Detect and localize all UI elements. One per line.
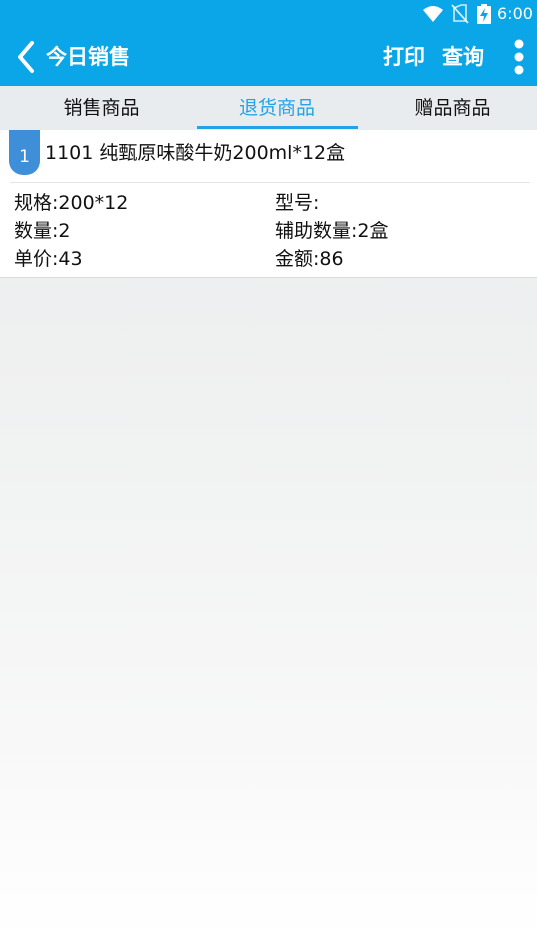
no-sim-icon <box>451 4 469 24</box>
content-area: 1 1101 纯甄原味酸牛奶200ml*12盒 规格:200*12 型号: 数量… <box>0 130 537 938</box>
item-amount: 金额:86 <box>275 248 344 270</box>
chevron-left-icon <box>18 41 34 73</box>
page-title: 今日销售 <box>46 45 130 69</box>
item-title: 1101 纯甄原味酸牛奶200ml*12盒 <box>45 142 346 164</box>
tab-bar: 销售商品 退货商品 赠品商品 <box>0 86 537 130</box>
status-bar: 6:00 <box>0 0 537 28</box>
more-vert-icon[interactable] <box>508 38 530 78</box>
item-aux-quantity: 辅助数量:2盒 <box>275 220 389 242</box>
item-unit-price: 单价:43 <box>14 248 83 270</box>
back-button[interactable] <box>12 38 42 76</box>
battery-charging-icon <box>477 4 491 24</box>
item-quantity: 数量:2 <box>14 220 71 242</box>
wifi-icon <box>423 6 443 22</box>
app-bar: 今日销售 打印 查询 <box>0 28 537 86</box>
list-item[interactable]: 1 1101 纯甄原味酸牛奶200ml*12盒 规格:200*12 型号: 数量… <box>0 130 537 278</box>
tab-indicator <box>197 126 358 129</box>
item-index-badge: 1 <box>9 130 40 175</box>
divider <box>10 182 530 183</box>
status-time: 6:00 <box>497 4 533 23</box>
tab-gift-goods[interactable]: 赠品商品 <box>363 86 537 130</box>
query-button[interactable]: 查询 <box>442 42 484 72</box>
item-spec: 规格:200*12 <box>14 192 129 214</box>
screen: 6:00 今日销售 打印 查询 销售商品 退货商品 赠品商品 1 1101 纯甄… <box>0 0 537 938</box>
print-button[interactable]: 打印 <box>383 42 425 72</box>
tab-sales-goods[interactable]: 销售商品 <box>12 86 191 130</box>
item-model: 型号: <box>275 192 320 214</box>
tab-return-goods[interactable]: 退货商品 <box>187 86 367 130</box>
